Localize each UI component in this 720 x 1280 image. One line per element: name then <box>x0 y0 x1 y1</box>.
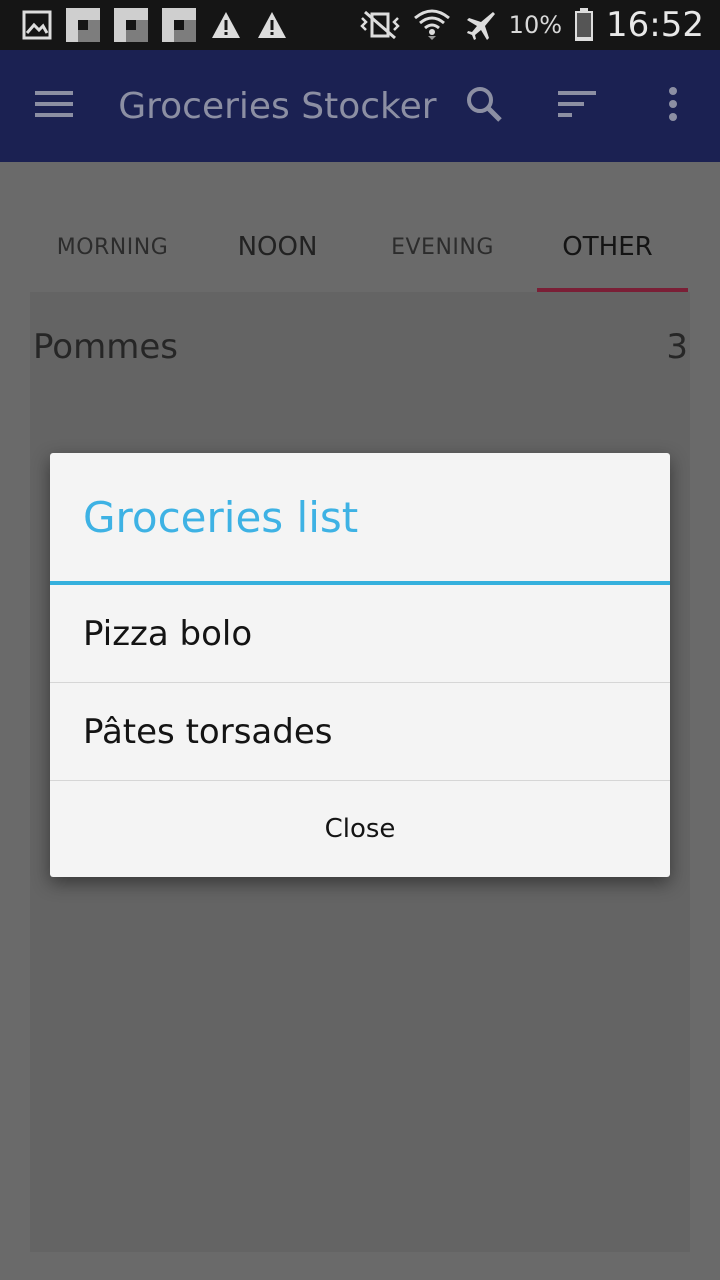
app-title: Groceries Stocker <box>118 85 437 127</box>
vibrate-icon <box>359 10 401 40</box>
notification-icon <box>114 8 148 42</box>
airplane-icon <box>463 8 497 42</box>
dialog-list-item[interactable]: Pâtes torsades <box>50 683 670 781</box>
tab-evening[interactable]: EVENING <box>360 202 525 292</box>
notification-icon <box>162 8 196 42</box>
item-quantity: 3 <box>666 327 688 367</box>
tab-morning[interactable]: MORNING <box>30 202 195 292</box>
list-item[interactable]: Pommes 3 <box>30 312 690 382</box>
more-options-button[interactable] <box>626 50 720 162</box>
more-vert-icon <box>667 86 679 126</box>
clock: 16:52 <box>606 5 704 45</box>
close-button[interactable]: Close <box>50 781 670 877</box>
battery-percent: 10% <box>508 11 563 39</box>
warning-icon <box>210 10 242 40</box>
tab-label: NOON <box>237 232 318 262</box>
gallery-icon <box>22 10 52 40</box>
tab-label: MORNING <box>56 234 169 260</box>
tab-other[interactable]: OTHER <box>525 202 690 292</box>
wifi-icon <box>413 8 451 42</box>
app-bar: Groceries Stocker <box>0 50 720 162</box>
battery-icon <box>574 8 594 42</box>
warning-icon <box>256 10 288 40</box>
menu-button[interactable] <box>0 50 110 162</box>
menu-icon <box>35 89 75 123</box>
tab-noon[interactable]: NOON <box>195 202 360 292</box>
notification-icon <box>66 8 100 42</box>
dialog-list-item[interactable]: Pizza bolo <box>50 585 670 683</box>
status-bar: 10% 16:52 <box>0 0 720 50</box>
dialog-title: Groceries list <box>83 492 359 542</box>
tab-label: OTHER <box>562 232 653 262</box>
search-icon <box>465 85 503 127</box>
screen: 10% 16:52 Groceries Stocker MORNING NOON… <box>0 0 720 1280</box>
sort-button[interactable] <box>531 50 625 162</box>
sort-icon <box>558 90 598 122</box>
item-name: Pommes <box>33 327 178 367</box>
tab-label: EVENING <box>391 234 494 260</box>
search-button[interactable] <box>437 50 531 162</box>
tab-bar: MORNING NOON EVENING OTHER <box>30 202 690 292</box>
groceries-list-dialog: Groceries list Pizza bolo Pâtes torsades… <box>50 453 670 877</box>
